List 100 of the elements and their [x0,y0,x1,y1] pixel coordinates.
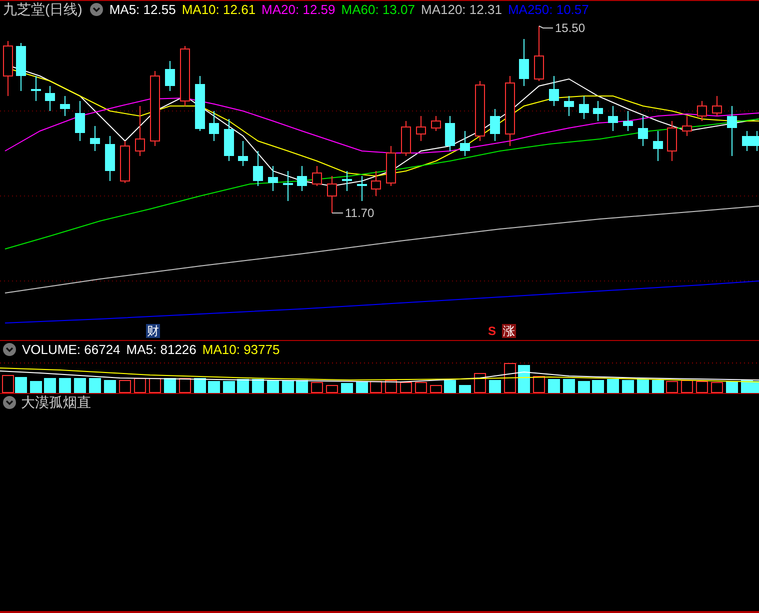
collapse-icon[interactable] [90,3,104,16]
volume-bar [179,378,191,393]
volume-bar [459,385,471,393]
volume-bar [504,363,516,393]
volume-bar [400,382,412,393]
indicator-value: MA20: 12.59 [262,2,336,17]
volume-bar [370,381,382,393]
candlestick [534,26,544,82]
indicator-value: MA10: 93775 [202,342,280,357]
candlestick [120,140,130,184]
indicator-value: MA60: 13.07 [341,2,415,17]
volume-bar [696,381,708,393]
leader-line [538,26,554,28]
volume-bar [282,380,294,393]
volume-bar [607,379,619,393]
volume-bar [311,382,323,393]
indicator-value: MA5: 12.55 [109,2,176,17]
price-label: 15.50 [555,21,586,35]
indicator-value: MA250: 10.57 [508,2,589,17]
indicator-value: MA120: 12.31 [420,2,502,17]
volume-bar [194,378,206,393]
volume-bar [711,382,723,393]
candlestick [564,96,574,116]
candlestick [135,106,145,156]
candlestick [697,100,707,122]
volume-bar [104,380,116,393]
candlestick [505,76,515,146]
candlestick [653,130,663,162]
volume-bar [666,381,678,393]
candlestick [268,166,278,192]
candlestick [386,146,396,186]
indicator-value: VOLUME: 66724 [22,342,120,357]
candlestick [579,96,589,120]
collapse-icon[interactable] [3,343,16,356]
event-marker[interactable]: 涨 [502,324,516,338]
candlestick [105,136,115,182]
candlestick [638,116,648,146]
candlestick [195,76,205,132]
candlestick [682,116,692,136]
candlestick [712,96,722,116]
candlestick [16,42,26,92]
collapse-icon[interactable] [3,396,16,409]
candlestick [297,166,307,192]
volume-bar [637,379,649,393]
volume-bar [149,378,161,393]
candlestick [31,76,41,102]
candlestick [623,110,633,132]
volume-bar [164,378,176,393]
candlestick [431,116,441,132]
candlestick [490,108,500,142]
volume-bar [223,381,235,393]
volume-bar [119,380,131,393]
volume-bar [652,380,664,393]
candlestick [165,60,175,92]
volume-bar [89,378,101,393]
volume-bar [518,365,530,393]
volume-bar [415,382,427,393]
volume-bar [474,373,486,393]
candlestick [90,126,100,152]
candlestick [283,170,293,202]
volume-bar [592,380,604,393]
candlestick [238,140,248,166]
volume-bar [444,380,456,393]
candlestick [342,170,352,192]
indicator-value: MA10: 12.61 [182,2,256,17]
candlestick [727,106,737,156]
candlestick [327,176,337,214]
candlestick [742,130,752,152]
candlestick [401,120,411,156]
volume-bar [548,379,560,393]
candlestick [75,100,85,142]
volume-bar [252,379,264,393]
candlestick [357,176,367,202]
candlestick [608,106,618,132]
candlestick [371,170,381,196]
price-label: 11.70 [345,206,374,220]
volume-bar [563,379,575,393]
volume-bar [430,385,442,393]
signal-marker[interactable]: S [487,324,498,338]
volume-bar [237,379,249,393]
volume-bar [267,380,279,393]
volume-bar [134,378,146,393]
candlestick [667,120,677,162]
volume-bar [622,380,634,393]
candlestick [3,40,13,96]
indicator-value: MA5: 81226 [126,342,196,357]
volume-bar [578,381,590,393]
volume-bar [74,378,86,393]
candlestick [445,116,455,152]
candlestick [460,130,470,156]
candlestick [180,46,190,106]
volume-bar [296,380,308,393]
candlestick [475,80,485,142]
candlestick [209,110,219,142]
volume-bar [44,378,56,393]
volume-bar [726,381,738,393]
volume-bar [489,380,501,393]
event-marker[interactable]: 财 [146,324,160,338]
volume-bar [385,380,397,393]
volume-bar [341,383,353,393]
